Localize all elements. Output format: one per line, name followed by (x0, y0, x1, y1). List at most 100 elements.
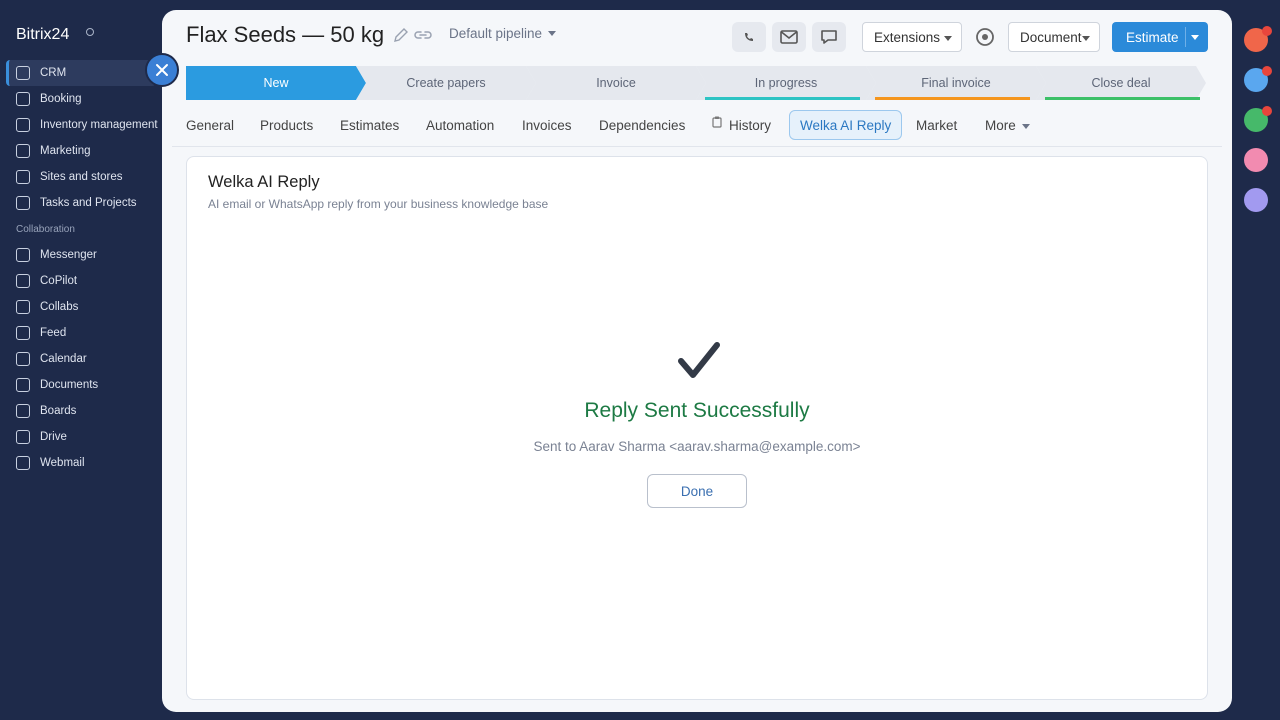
stage-color-bar (875, 97, 1030, 100)
sidebar-item-inventory[interactable]: Inventory management (6, 112, 158, 138)
pipeline-select[interactable]: Default pipeline (449, 26, 557, 41)
call-button[interactable] (732, 22, 766, 52)
copilot-icon (16, 274, 30, 288)
sidebar-section-title: Collaboration (16, 223, 75, 235)
pencil-icon[interactable] (393, 27, 409, 43)
sidebar-item-label: CoPilot (40, 275, 78, 287)
feed-icon (16, 326, 30, 340)
stage-color-bar (705, 97, 860, 100)
sidebar-item-label: Marketing (40, 145, 91, 157)
tab-history[interactable]: History (712, 110, 771, 140)
sidebar-item-label: Documents (40, 379, 99, 391)
chat-icon (821, 30, 837, 44)
messenger-icon (16, 248, 30, 262)
marketing-icon (16, 144, 30, 158)
right-rail (1236, 0, 1280, 720)
inventory-icon (16, 118, 30, 132)
tab-welka-ai-reply[interactable]: Welka AI Reply (789, 110, 903, 140)
sidebar: Bitrix24 CRM Booking Inventory managemen… (0, 0, 162, 720)
panel-subtitle: AI email or WhatsApp reply from your bus… (208, 197, 549, 211)
estimate-button[interactable]: Estimate (1112, 22, 1208, 52)
stage-new[interactable]: New (186, 66, 366, 100)
chevron-down-icon (1021, 123, 1030, 129)
tab-products[interactable]: Products (260, 110, 313, 140)
sidebar-item-label: Boards (40, 405, 77, 417)
sidebar-item-label: Sites and stores (40, 171, 123, 183)
sidebar-nav: CRM Booking Inventory management Marketi… (6, 60, 158, 476)
collabs-icon (16, 300, 30, 314)
stage-invoice[interactable]: Invoice (526, 66, 706, 100)
sidebar-item-collabs[interactable]: Collabs (6, 294, 156, 320)
calendar-icon (16, 352, 30, 366)
rail-avatar[interactable] (1244, 188, 1268, 212)
email-button[interactable] (772, 22, 806, 52)
sidebar-item-webmail[interactable]: Webmail (6, 450, 156, 476)
sidebar-item-feed[interactable]: Feed (6, 320, 156, 346)
boards-icon (16, 404, 30, 418)
sites-icon (16, 170, 30, 184)
sidebar-item-copilot[interactable]: CoPilot (6, 268, 156, 294)
tabs-divider (172, 146, 1222, 147)
sidebar-item-tasks[interactable]: Tasks and Projects (6, 190, 156, 216)
sidebar-item-crm[interactable]: CRM (6, 60, 156, 86)
stage-create-papers[interactable]: Create papers (356, 66, 536, 100)
close-slider-button[interactable] (145, 53, 179, 87)
tab-invoices[interactable]: Invoices (522, 110, 572, 140)
link-icon[interactable] (414, 27, 432, 43)
sidebar-item-calendar[interactable]: Calendar (6, 346, 156, 372)
button-divider (1185, 27, 1186, 47)
sidebar-item-messenger[interactable]: Messenger (6, 242, 156, 268)
extensions-button[interactable]: Extensions (862, 22, 962, 52)
extensions-label: Extensions (874, 29, 941, 45)
sidebar-item-label: Webmail (40, 457, 85, 469)
rail-avatar[interactable] (1244, 148, 1268, 172)
sidebar-item-drive[interactable]: Drive (6, 424, 156, 450)
tab-more[interactable]: More (985, 110, 1030, 140)
checkmark-icon (678, 342, 720, 378)
sidebar-item-documents[interactable]: Documents (6, 372, 156, 398)
success-message: Reply Sent Successfully (584, 399, 810, 422)
tab-general[interactable]: General (186, 110, 234, 140)
sidebar-item-label: Inventory management (40, 119, 158, 131)
tasks-icon (16, 196, 30, 210)
sidebar-item-marketing[interactable]: Marketing (6, 138, 156, 164)
tab-dependencies[interactable]: Dependencies (599, 110, 685, 140)
tab-market[interactable]: Market (916, 110, 957, 140)
stage-label: Close deal (1091, 76, 1151, 90)
chevron-down-icon[interactable] (1191, 35, 1199, 40)
estimate-label: Estimate (1126, 29, 1179, 45)
sidebar-item-label: Tasks and Projects (40, 197, 137, 209)
tab-bar: General Products Estimates Automation In… (186, 110, 1216, 140)
sidebar-item-label: Messenger (40, 249, 97, 261)
settings-icon[interactable] (975, 27, 995, 47)
sidebar-item-label: CRM (40, 67, 67, 79)
pipeline-label: Default pipeline (449, 26, 543, 41)
document-button[interactable]: Document (1008, 22, 1100, 52)
drive-icon (16, 430, 30, 444)
stage-final-invoice[interactable]: Final invoice (866, 66, 1046, 100)
stage-label: Final invoice (921, 76, 991, 90)
done-button[interactable]: Done (647, 474, 747, 508)
booking-icon (16, 92, 30, 106)
tab-estimates[interactable]: Estimates (340, 110, 399, 140)
chevron-down-icon (944, 36, 952, 41)
tab-label: History (729, 117, 772, 133)
tab-automation[interactable]: Automation (426, 110, 494, 140)
sidebar-item-boards[interactable]: Boards (6, 398, 156, 424)
chevron-down-icon (1082, 36, 1090, 41)
stage-close-deal[interactable]: Close deal (1036, 66, 1206, 100)
sidebar-item-booking[interactable]: Booking (6, 86, 156, 112)
sidebar-item-label: Collabs (40, 301, 79, 313)
chat-button[interactable] (812, 22, 846, 52)
sidebar-item-label: Calendar (40, 353, 87, 365)
phone-icon (745, 33, 753, 41)
notification-badge (1262, 66, 1272, 76)
crm-icon (16, 66, 30, 80)
tab-label: More (985, 117, 1016, 133)
stage-label: Create papers (406, 76, 486, 90)
stage-label: New (263, 76, 289, 90)
stage-color-bar (1045, 97, 1200, 100)
sidebar-item-sites[interactable]: Sites and stores (6, 164, 156, 190)
brand-logo[interactable]: Bitrix24 (16, 26, 69, 44)
stage-in-progress[interactable]: In progress (696, 66, 876, 100)
